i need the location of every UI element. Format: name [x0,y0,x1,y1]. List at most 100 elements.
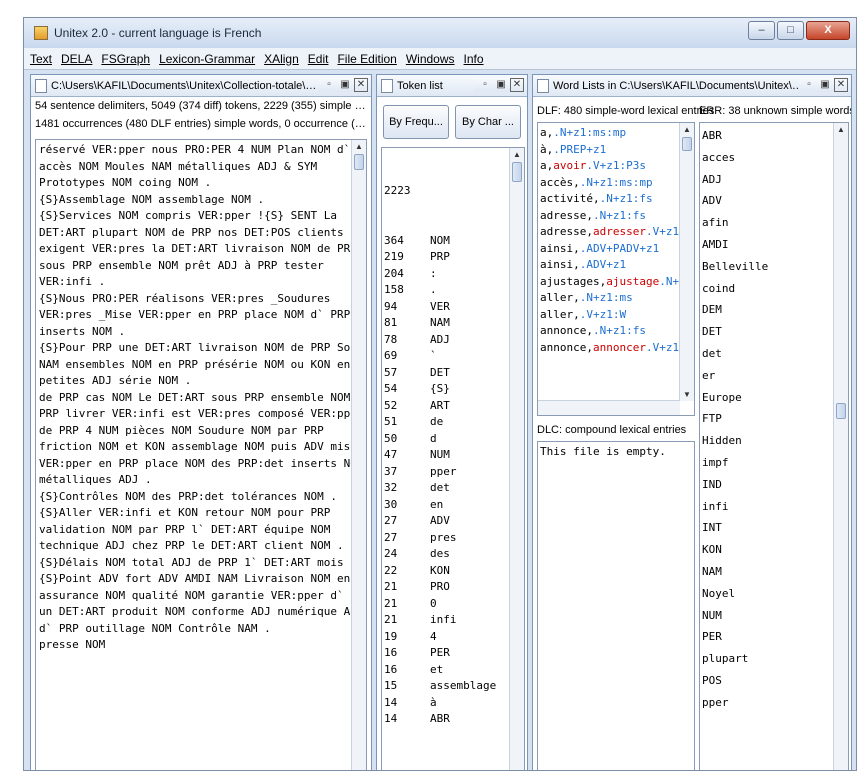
dlf-entry[interactable]: a,avoir.V+z1:P3s [540,158,678,175]
token-row[interactable]: 52 ART [384,398,506,415]
dlf-entry[interactable]: ainsi,.ADV+z1 [540,257,678,274]
dlf-entry[interactable]: aller,.N+z1:ms [540,290,678,307]
err-word[interactable]: pper [702,692,832,714]
token-row[interactable]: 51 de [384,414,506,431]
token-row[interactable]: 15 assemblage [384,678,506,695]
close-frame-icon[interactable]: ✕ [510,78,524,92]
scroll-thumb[interactable] [512,162,522,182]
menu-file-edition[interactable]: File Edition [337,52,396,66]
close-frame-icon[interactable]: ✕ [354,78,368,92]
minimize-button[interactable]: – [748,21,775,40]
token-row[interactable]: 50 d [384,431,506,448]
err-word[interactable]: AMDI [702,234,832,256]
scroll-thumb[interactable] [682,137,692,151]
dlc-list-area[interactable]: This file is empty. [537,441,695,770]
err-word[interactable]: Belleville [702,256,832,278]
menu-dela[interactable]: DELA [61,52,92,66]
token-row[interactable]: 30 en [384,497,506,514]
token-row[interactable]: 19 4 [384,629,506,646]
dlf-entry[interactable]: ainsi,.ADV+PADV+z1 [540,241,678,258]
dlf-entry[interactable]: annonce,annoncer.V+z1:P1s: [540,340,694,357]
dlf-entry[interactable]: accès,.N+z1:ms:mp [540,175,678,192]
dlf-entry[interactable]: adresse,.N+z1:fs [540,208,678,225]
token-row[interactable]: 27 ADV [384,513,506,530]
dlf-entry[interactable]: adresse,adresser.V+z1:P1s: [540,224,694,241]
menu-xalign[interactable]: XAlign [264,52,299,66]
maximize-frame-icon[interactable]: ▣ [818,78,832,92]
err-word[interactable]: er [702,365,832,387]
token-frame-titlebar[interactable]: Token list ▫ ▣ ✕ [377,75,527,97]
menu-windows[interactable]: Windows [406,52,455,66]
menu-edit[interactable]: Edit [308,52,329,66]
dlf-entry[interactable]: activité,.N+z1:fs [540,191,678,208]
token-row[interactable]: 21 PRO [384,579,506,596]
dlf-horizontal-scrollbar[interactable] [538,400,680,415]
maximize-button[interactable]: □ [777,21,804,40]
token-vertical-scrollbar[interactable]: ▲ [509,148,524,770]
scroll-up-icon[interactable]: ▲ [355,142,363,151]
token-row[interactable]: 47 NUM [384,447,506,464]
dlf-vertical-scrollbar[interactable]: ▲ ▼ [679,123,694,401]
err-word[interactable]: det [702,343,832,365]
token-row[interactable]: 21 0 [384,596,506,613]
scroll-up-icon[interactable]: ▲ [837,125,845,134]
token-row[interactable]: 219 PRP [384,249,506,266]
iconify-icon[interactable]: ▫ [322,78,336,92]
err-word[interactable]: coind [702,278,832,300]
err-word[interactable]: POS [702,670,832,692]
err-word[interactable]: ABR [702,125,832,147]
token-row[interactable]: 57 DET [384,365,506,382]
scroll-up-icon[interactable]: ▲ [683,125,691,134]
menu-fsgraph[interactable]: FSGraph [101,52,150,66]
scroll-up-icon[interactable]: ▲ [513,150,521,159]
err-word[interactable]: PER [702,626,832,648]
iconify-icon[interactable]: ▫ [478,78,492,92]
text-vertical-scrollbar[interactable]: ▲ [351,140,366,770]
token-row[interactable]: 14 ABR [384,711,506,728]
close-frame-icon[interactable]: ✕ [834,78,848,92]
token-row[interactable]: 54 {S} [384,381,506,398]
dlf-entry[interactable]: annonce,.N+z1:fs [540,323,678,340]
close-button[interactable]: X [806,21,850,40]
token-row[interactable]: 24 des [384,546,506,563]
menu-text[interactable]: Text [30,52,52,66]
err-vertical-scrollbar[interactable]: ▲ [833,123,848,770]
words-frame-titlebar[interactable]: Word Lists in C:\Users\KAFIL\Documents\U… [533,75,851,97]
err-word[interactable]: KON [702,539,832,561]
token-row[interactable]: 21 infi [384,612,506,629]
err-word[interactable]: DEM [702,299,832,321]
err-list-area[interactable]: ABR acces ADJ ADV afin AMDI Belleville coind DEM… [699,122,849,770]
token-row[interactable]: 158. [384,282,506,299]
token-row[interactable]: 69 ` [384,348,506,365]
token-row[interactable]: 22 KON [384,563,506,580]
err-word[interactable]: IND [702,474,832,496]
dlf-entry[interactable]: à,.PREP+z1 [540,142,678,159]
dlf-entry[interactable]: a,.N+z1:ms:mp [540,125,678,142]
text-frame-titlebar[interactable]: C:\Users\KAFIL\Documents\Unitex\Collecti… [31,75,371,97]
err-word[interactable]: Hidden [702,430,832,452]
menu-info[interactable]: Info [464,52,484,66]
token-list-area[interactable]: 2223 364 NOM 219 PRP 204:158. 94 VER 81 NAM 78 ADJ… [381,147,525,770]
err-word[interactable]: NAM [702,561,832,583]
token-row[interactable]: 27 pres [384,530,506,547]
iconify-icon[interactable]: ▫ [802,78,816,92]
sort-by-char-button[interactable]: By Char ... [455,105,521,139]
err-word[interactable]: Noyel [702,583,832,605]
token-row[interactable]: 37 pper [384,464,506,481]
err-word[interactable]: afin [702,212,832,234]
err-word[interactable]: ADV [702,190,832,212]
token-row[interactable]: 81 NAM [384,315,506,332]
err-word[interactable]: ADJ [702,169,832,191]
err-word[interactable]: acces [702,147,832,169]
maximize-frame-icon[interactable]: ▣ [494,78,508,92]
err-word[interactable]: NUM [702,605,832,627]
dlf-list-area[interactable]: a,.N+z1:ms:mp à,.PREP+z1 a,avoir.V+z1:P3s a… [537,122,695,416]
err-word[interactable]: DET [702,321,832,343]
token-row[interactable]: 78 ADJ [384,332,506,349]
dlf-entry[interactable]: aller,.V+z1:W [540,307,678,324]
err-word[interactable]: infi [702,496,832,518]
sort-by-frequency-button[interactable]: By Frequ... [383,105,449,139]
token-row[interactable]: 32 det [384,480,506,497]
err-word[interactable]: impf [702,452,832,474]
scroll-down-icon[interactable]: ▼ [683,390,691,399]
